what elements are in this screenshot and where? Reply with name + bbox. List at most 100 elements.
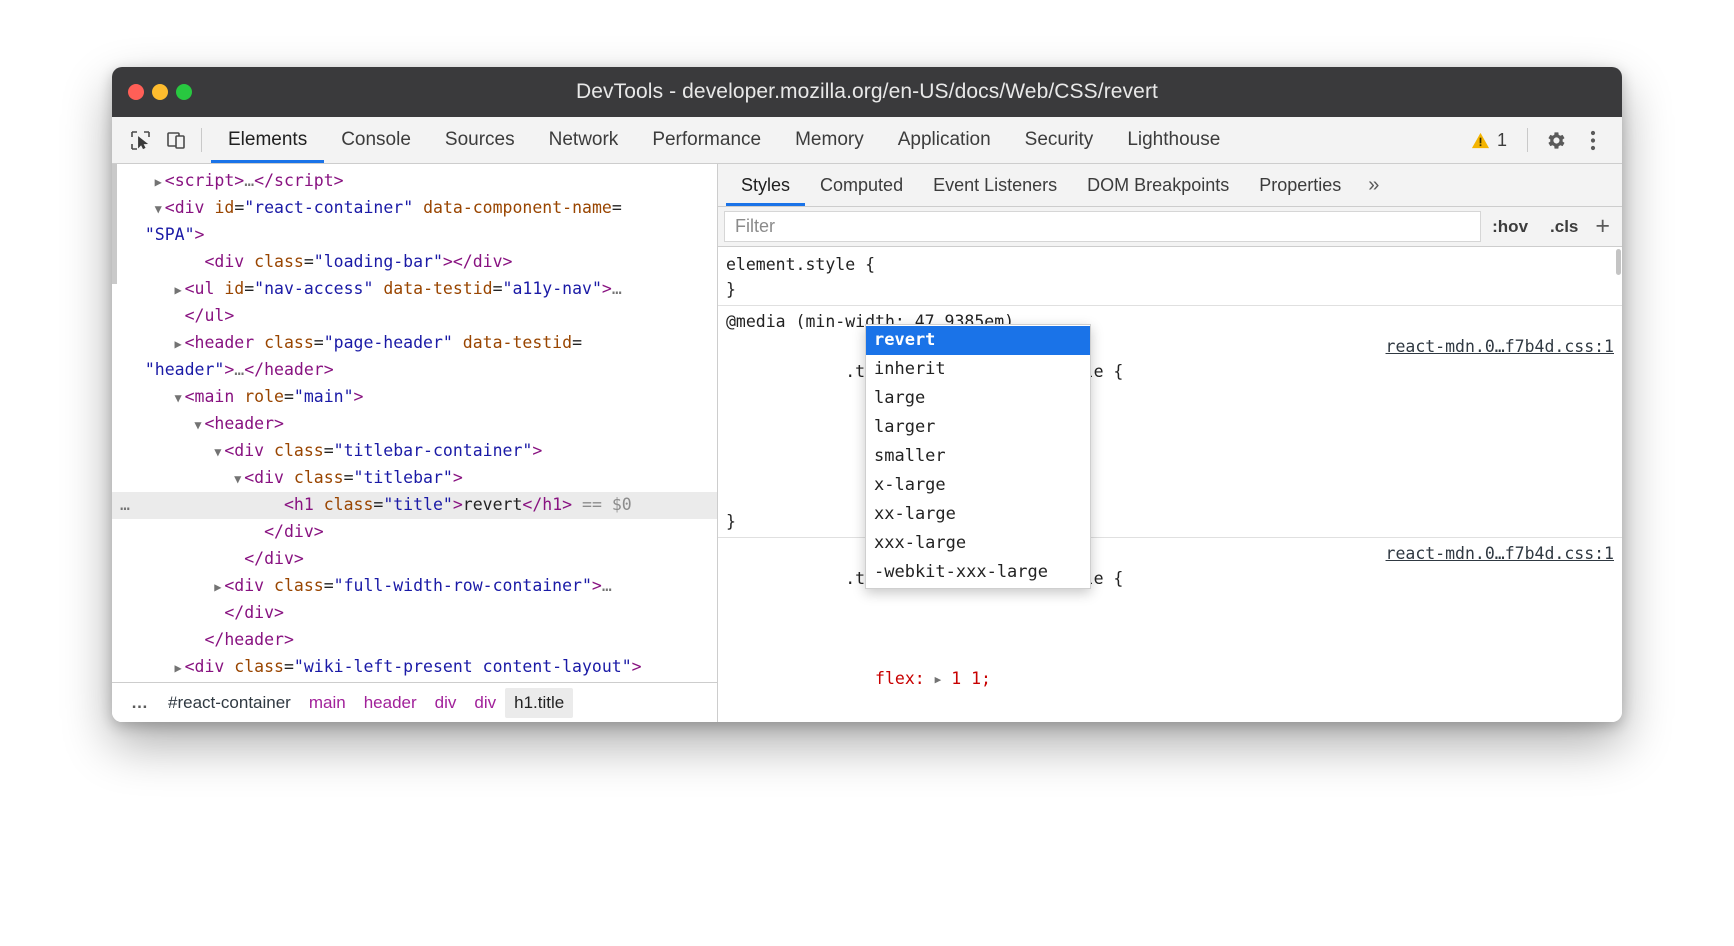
- autocomplete-option[interactable]: smaller: [866, 442, 1090, 471]
- node-overflow-button[interactable]: …: [120, 492, 131, 517]
- css-rule-titlebar-title[interactable]: .titlebar-container .title { react-mdn.0…: [718, 538, 1622, 722]
- inspect-cursor-icon[interactable]: [122, 117, 158, 163]
- tab-lighthouse[interactable]: Lighthouse: [1110, 117, 1237, 163]
- collapse-triangle-icon[interactable]: ▼: [211, 440, 224, 465]
- tab-performance[interactable]: Performance: [635, 117, 778, 163]
- expand-triangle-icon[interactable]: ▶: [211, 575, 224, 600]
- expand-triangle-icon[interactable]: ▶: [935, 667, 942, 692]
- autocomplete-option[interactable]: revert: [866, 326, 1090, 355]
- dom-node-row[interactable]: ▼<div class="titlebar">: [112, 465, 717, 492]
- css-value-autocomplete[interactable]: revertinheritlargelargersmallerx-largexx…: [865, 324, 1091, 589]
- dom-node-row[interactable]: …</div>: [112, 681, 717, 682]
- warning-indicator[interactable]: 1: [1461, 130, 1517, 151]
- css-property-name[interactable]: flex: [875, 669, 915, 688]
- tab-properties[interactable]: Properties: [1244, 164, 1356, 206]
- expand-triangle-icon[interactable]: ▶: [152, 170, 165, 195]
- collapse-triangle-icon[interactable]: ▼: [152, 197, 165, 222]
- dom-node-row[interactable]: </header>: [112, 627, 717, 654]
- breadcrumb-item[interactable]: h1.title: [505, 688, 573, 718]
- breadcrumb-item[interactable]: main: [300, 688, 355, 718]
- dom-node-row[interactable]: ▶<div class="wiki-left-present content-l…: [112, 654, 717, 681]
- css-rule-element-style[interactable]: element.style { }: [718, 247, 1622, 306]
- collapse-triangle-icon[interactable]: ▼: [231, 467, 244, 492]
- tab-computed[interactable]: Computed: [805, 164, 918, 206]
- autocomplete-option[interactable]: inherit: [866, 355, 1090, 384]
- dom-node-row[interactable]: ▶<script>…</script>: [112, 168, 717, 195]
- expand-triangle-icon[interactable]: ▶: [172, 656, 185, 681]
- autocomplete-option[interactable]: larger: [866, 413, 1090, 442]
- dom-token-val: "nav-access": [254, 279, 373, 298]
- twisty-placeholder: [211, 602, 224, 627]
- dom-node-row[interactable]: ▼<div class="titlebar-container">: [112, 438, 717, 465]
- dom-node-row[interactable]: ▼<main role="main">: [112, 384, 717, 411]
- dom-node-row[interactable]: ▶<ul id="nav-access" data-testid="a11y-n…: [112, 276, 717, 303]
- autocomplete-option[interactable]: xxx-large: [866, 529, 1090, 558]
- tab-memory[interactable]: Memory: [778, 117, 881, 163]
- dom-node-row-selected[interactable]: … <h1 class="title">revert</h1> == $0: [112, 492, 717, 519]
- tab-styles[interactable]: Styles: [726, 164, 805, 206]
- minimize-window-button[interactable]: [152, 84, 168, 100]
- css-selector[interactable]: element.style {: [722, 252, 1622, 277]
- css-selector-row[interactable]: .titlebar-container .title { react-mdn.0…: [722, 541, 1622, 641]
- css-rule-titlebar-title-media[interactable]: @media (min-width: 47.9385em) .titlebar-…: [718, 306, 1622, 538]
- breadcrumb-item[interactable]: header: [355, 688, 426, 718]
- breadcrumb-item[interactable]: #react-container: [159, 688, 300, 718]
- tab-security[interactable]: Security: [1008, 117, 1111, 163]
- dom-node-row[interactable]: </div>: [112, 600, 717, 627]
- tab-event-listeners[interactable]: Event Listeners: [918, 164, 1072, 206]
- dom-node-row[interactable]: </ul>: [112, 303, 717, 330]
- tab-network[interactable]: Network: [532, 117, 636, 163]
- filter-input[interactable]: Filter: [724, 211, 1481, 242]
- maximize-window-button[interactable]: [176, 84, 192, 100]
- css-source-link[interactable]: react-mdn.0…f7b4d.css:1: [1386, 541, 1614, 566]
- css-declaration-flex[interactable]: flex: ▶ 1 1;: [722, 641, 1622, 718]
- dom-token-tag: ul: [204, 306, 224, 325]
- new-style-rule-button[interactable]: +: [1589, 207, 1622, 246]
- dom-node-row[interactable]: ▼<header>: [112, 411, 717, 438]
- tab-dom-breakpoints[interactable]: DOM Breakpoints: [1072, 164, 1244, 206]
- expand-triangle-icon[interactable]: ▶: [172, 332, 185, 357]
- collapse-triangle-icon[interactable]: ▼: [191, 413, 204, 438]
- dom-node-row[interactable]: "SPA">: [112, 222, 717, 249]
- autocomplete-option[interactable]: -webkit-xxx-large: [866, 558, 1090, 587]
- tab-console[interactable]: Console: [324, 117, 428, 163]
- breadcrumb-overflow-button[interactable]: …: [122, 688, 159, 718]
- dom-node-row[interactable]: ▼<div id="react-container" data-componen…: [112, 195, 717, 222]
- warning-count: 1: [1497, 130, 1507, 151]
- tab-label: Network: [549, 129, 619, 151]
- dom-node-row[interactable]: </div>: [112, 519, 717, 546]
- gear-icon[interactable]: [1538, 123, 1572, 157]
- expand-triangle-icon[interactable]: ▶: [172, 278, 185, 303]
- dom-node-row[interactable]: "header">…</header>: [112, 357, 717, 384]
- tab-sources[interactable]: Sources: [428, 117, 532, 163]
- css-rules-list[interactable]: element.style { } @media (min-width: 47.…: [718, 247, 1622, 722]
- chevron-double-right-icon[interactable]: »: [1356, 164, 1391, 206]
- dom-node-row[interactable]: ▶<div class="full-width-row-container">…: [112, 573, 717, 600]
- css-declaration-font-size-editing[interactable]: font-size: revert;: [722, 434, 1622, 509]
- dom-node-row[interactable]: <div class="loading-bar"></div>: [112, 249, 717, 276]
- css-property-value[interactable]: 1 1;: [951, 669, 991, 688]
- breadcrumb-item[interactable]: div: [426, 688, 466, 718]
- autocomplete-option[interactable]: xx-large: [866, 500, 1090, 529]
- css-source-link[interactable]: react-mdn.0…f7b4d.css:1: [1386, 334, 1614, 359]
- device-toolbar-icon[interactable]: [158, 117, 194, 163]
- autocomplete-option[interactable]: x-large: [866, 471, 1090, 500]
- dom-node-row[interactable]: ▶<header class="page-header" data-testid…: [112, 330, 717, 357]
- tab-application[interactable]: Application: [881, 117, 1008, 163]
- breadcrumb-item[interactable]: div: [465, 688, 505, 718]
- hov-toggle-button[interactable]: :hov: [1481, 207, 1539, 246]
- css-declaration-font-size-overridden[interactable]: font-size:: [722, 718, 1622, 722]
- dom-tree[interactable]: ▶<script>…</script> ▼<div id="react-cont…: [112, 164, 717, 682]
- collapse-triangle-icon[interactable]: ▼: [172, 386, 185, 411]
- autocomplete-option[interactable]: large: [866, 384, 1090, 413]
- dom-token-tag: main: [195, 387, 235, 406]
- cls-toggle-button[interactable]: .cls: [1539, 207, 1589, 246]
- dom-token-txt: =: [314, 333, 324, 352]
- dom-token-txt: =: [284, 387, 294, 406]
- dom-node-row[interactable]: </div>: [112, 546, 717, 573]
- close-window-button[interactable]: [128, 84, 144, 100]
- tab-elements[interactable]: Elements: [211, 117, 324, 163]
- kebab-menu-icon[interactable]: [1576, 123, 1610, 157]
- css-selector-row[interactable]: .titlebar-container .title { react-mdn.0…: [722, 334, 1622, 434]
- dom-token-tag: header: [214, 414, 274, 433]
